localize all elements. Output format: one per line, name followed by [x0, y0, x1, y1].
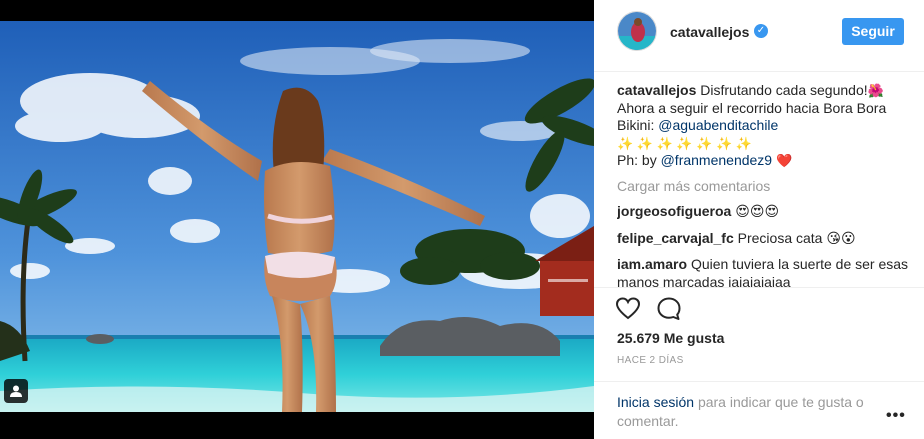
mention-link-franmenendez[interactable]: @franmenendez9	[661, 152, 773, 168]
avatar[interactable]	[617, 11, 657, 51]
post-media	[0, 0, 594, 439]
user-tag-icon	[10, 385, 22, 397]
load-more-comments-button[interactable]: Cargar más comentarios	[617, 178, 912, 196]
avatar-image	[618, 12, 656, 50]
post-details-panel: catavallejos ✓ Seguir catavallejos Disfr…	[594, 0, 924, 439]
comment-text: 😍😍😍	[735, 203, 780, 219]
verified-badge-icon: ✓	[754, 24, 768, 38]
post-header: catavallejos ✓ Seguir	[594, 0, 924, 72]
more-options-button[interactable]: •••	[886, 407, 906, 425]
login-prompt-text: Inicia sesión para indicar que te gusta …	[617, 393, 887, 431]
post-actions-bar	[594, 287, 924, 327]
sparkles-emoji: ✨ ✨ ✨ ✨ ✨ ✨ ✨	[617, 135, 752, 151]
comment-text: Preciosa cata 😘😮	[737, 229, 856, 246]
comment-item: iam.amaro Quien tuviera la suerte de ser…	[617, 256, 912, 287]
comments-list: catavallejos Disfrutando cada segundo!🌺 …	[617, 82, 912, 287]
beach-photo	[0, 21, 594, 412]
heart-icon[interactable]	[615, 296, 641, 322]
caption-line-5: Ph: by @franmenendez9 ❤️	[617, 152, 912, 170]
hibiscus-emoji: 🌺	[867, 83, 884, 98]
caption-text-2: Ahora a seguir el recorrido hacia Bora B…	[617, 99, 887, 116]
comment-icon[interactable]	[656, 296, 682, 322]
heart-emoji: ❤️	[776, 153, 793, 168]
comment-username[interactable]: iam.amaro	[617, 256, 687, 272]
caption-text-1: Disfrutando cada segundo!	[700, 82, 868, 98]
caption-username[interactable]: catavallejos	[617, 82, 696, 98]
login-prompt: Inicia sesión para indicar que te gusta …	[594, 381, 924, 439]
comment-username[interactable]: jorgeosofigueroa	[617, 203, 731, 219]
like-count[interactable]: 25.679 Me gusta	[617, 330, 724, 346]
comment-item: felipe_carvajal_fc Preciosa cata 😘😮	[617, 230, 912, 248]
comment-username[interactable]: felipe_carvajal_fc	[617, 230, 734, 246]
follow-button[interactable]: Seguir	[842, 18, 904, 45]
post-timestamp[interactable]: HACE 2 DÍAS	[617, 355, 684, 366]
caption-bikini-label: Bikini:	[617, 117, 655, 133]
caption-line-1: catavallejos Disfrutando cada segundo!🌺	[617, 82, 912, 100]
mention-link-aguabendita[interactable]: @aguabenditachile	[658, 117, 778, 133]
post-author-username[interactable]: catavallejos	[670, 24, 749, 40]
comment-item: jorgeosofigueroa 😍😍😍	[617, 203, 912, 221]
caption: catavallejos Disfrutando cada segundo!🌺 …	[617, 82, 912, 170]
caption-line-3: Bikini: @aguabenditachile	[617, 117, 912, 135]
caption-ph-label: Ph: by	[617, 152, 657, 168]
login-link[interactable]: Inicia sesión	[617, 394, 694, 410]
user-tag-button[interactable]	[4, 379, 28, 403]
post-photo[interactable]	[0, 21, 594, 412]
